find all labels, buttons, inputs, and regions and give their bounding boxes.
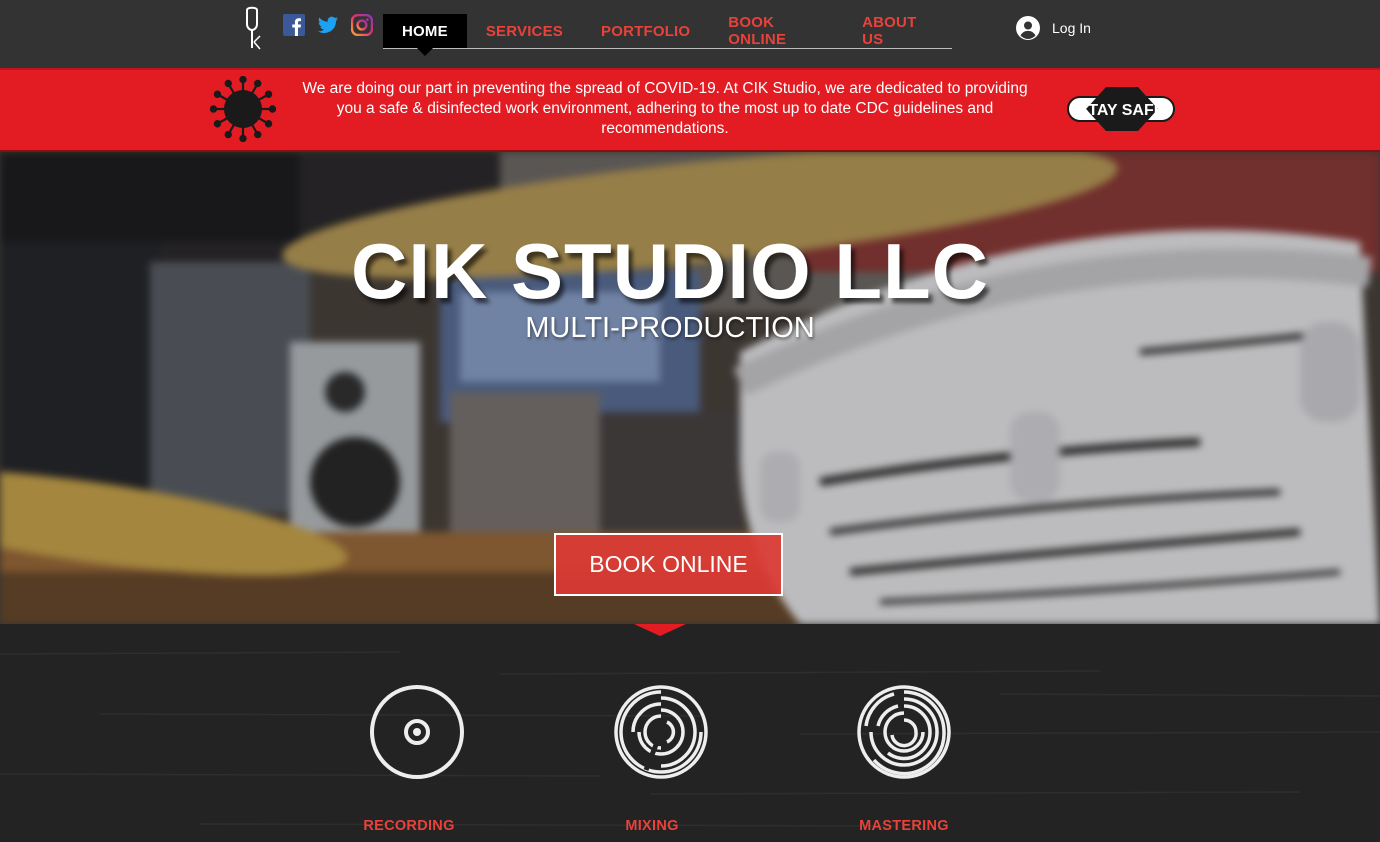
stay-safe-badge: STAY SAFE (1067, 87, 1175, 131)
mixing-rings-icon (614, 685, 708, 779)
main-nav: HOME SERVICES PORTFOLIO BOOK ONLINE ABOU… (383, 14, 952, 56)
nav-services[interactable]: SERVICES (467, 14, 582, 48)
services-section: RECORDING MIXING MASTERING (0, 624, 1380, 842)
covid-banner: We are doing our part in preventing the … (0, 68, 1380, 152)
section-pointer (634, 624, 686, 636)
instagram-icon[interactable] (351, 14, 373, 36)
nav-book-online[interactable]: BOOK ONLINE (709, 14, 843, 48)
nav-portfolio[interactable]: PORTFOLIO (582, 14, 709, 48)
user-avatar-icon (1016, 16, 1040, 40)
tuning-fork-k-logo-icon[interactable] (240, 6, 264, 50)
service-mastering[interactable] (854, 682, 954, 782)
facebook-icon[interactable] (283, 14, 305, 36)
service-mastering-label[interactable]: MASTERING (834, 818, 974, 834)
nav-home[interactable]: HOME (383, 14, 467, 56)
login-button[interactable]: Log In (1016, 16, 1091, 40)
service-recording[interactable] (367, 682, 467, 782)
login-label: Log In (1052, 20, 1091, 36)
stay-safe-label: STAY SAFE (1078, 102, 1165, 119)
vinyl-record-icon (370, 685, 464, 779)
hero-subtitle: MULTI-PRODUCTION (525, 312, 815, 344)
service-recording-label[interactable]: RECORDING (339, 818, 479, 834)
nav-about-us[interactable]: ABOUT US (843, 14, 952, 48)
twitter-icon[interactable] (317, 14, 339, 36)
virus-icon (210, 76, 276, 142)
mastering-rings-icon (857, 685, 951, 779)
service-mixing-label[interactable]: MIXING (582, 818, 722, 834)
site-header: HOME SERVICES PORTFOLIO BOOK ONLINE ABOU… (0, 0, 1380, 68)
hero-title: CIK STUDIO LLC (351, 227, 989, 315)
hero-section: CIK STUDIO LLC MULTI-PRODUCTION BOOK ONL… (0, 152, 1380, 624)
service-mixing[interactable] (611, 682, 711, 782)
covid-notice-text: We are doing our part in preventing the … (302, 80, 1028, 137)
book-online-button[interactable]: BOOK ONLINE (554, 533, 783, 596)
